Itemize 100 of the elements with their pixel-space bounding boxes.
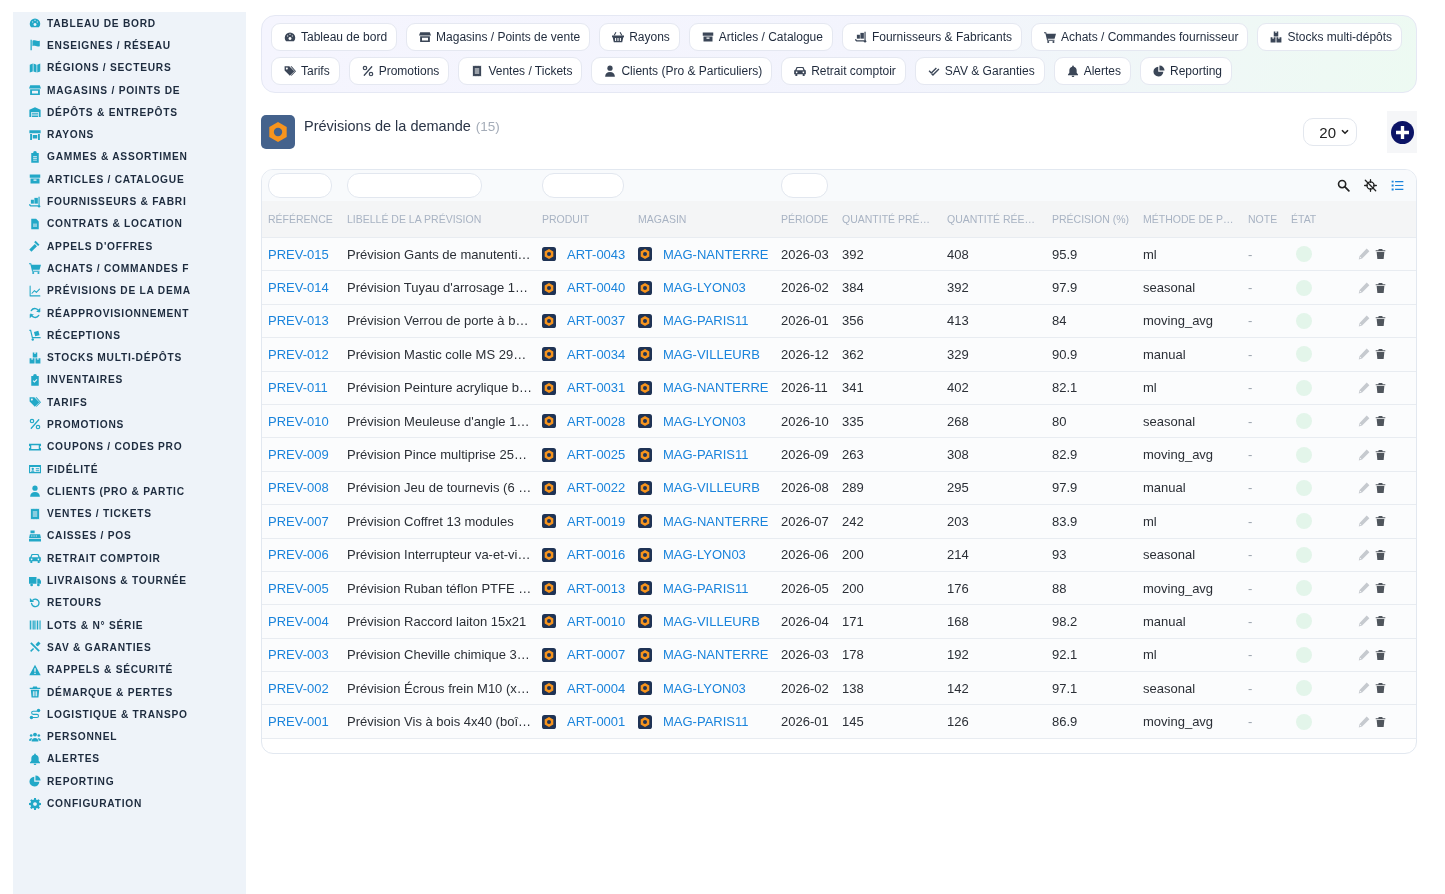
product-link[interactable]: ART-0019 xyxy=(567,513,626,529)
store-link[interactable]: MAG-PARIS11 xyxy=(663,714,749,730)
store-link[interactable]: MAG-NANTERRE xyxy=(663,513,769,529)
store-link[interactable]: MAG-NANTERRE xyxy=(663,647,769,663)
sidebar-item[interactable]: RÉCEPTIONS xyxy=(13,324,246,347)
store-link[interactable]: MAG-VILLEURB xyxy=(663,614,760,629)
store-link[interactable]: MAG-PARIS11 xyxy=(663,313,749,329)
nav-tab[interactable]: Articles / Catalogue xyxy=(688,23,833,51)
trash-icon[interactable] xyxy=(1375,248,1386,261)
trash-icon[interactable] xyxy=(1375,348,1386,361)
product-link[interactable]: ART-0040 xyxy=(567,280,626,296)
sidebar-item[interactable]: CONTRATS & LOCATION xyxy=(13,212,246,235)
sidebar-item[interactable]: ACHATS / COMMANDES F xyxy=(13,257,246,280)
sidebar-item[interactable]: PRÉVISIONS DE LA DEMA xyxy=(13,279,246,302)
nav-tab[interactable]: Reporting xyxy=(1140,57,1233,85)
trash-icon[interactable] xyxy=(1375,682,1386,695)
trash-icon[interactable] xyxy=(1375,548,1386,561)
trash-icon[interactable] xyxy=(1375,381,1386,394)
sidebar-item[interactable]: DÉMARQUE & PERTES xyxy=(13,680,246,704)
reference-link[interactable]: PREV-002 xyxy=(268,680,329,696)
list-icon[interactable] xyxy=(1391,179,1404,192)
sidebar-item[interactable]: APPELS D'OFFRES xyxy=(13,234,246,258)
nav-tab[interactable]: Clients (Pro & Particuliers) xyxy=(591,57,773,85)
sidebar-item[interactable]: INVENTAIRES xyxy=(13,368,246,392)
store-link[interactable]: MAG-PARIS11 xyxy=(663,447,749,463)
reference-link[interactable]: PREV-012 xyxy=(268,346,329,362)
sidebar-item[interactable]: CONFIGURATION xyxy=(13,792,246,815)
sidebar-item[interactable]: ARTICLES / CATALOGUE xyxy=(13,168,246,191)
sidebar-item[interactable]: REPORTING xyxy=(13,770,246,793)
trash-icon[interactable] xyxy=(1375,281,1386,294)
trash-icon[interactable] xyxy=(1375,448,1386,461)
nav-tab[interactable]: Tableau de bord xyxy=(271,23,398,51)
trash-icon[interactable] xyxy=(1375,515,1386,528)
product-link[interactable]: ART-0016 xyxy=(567,547,626,563)
sidebar-item[interactable]: DÉPÔTS & ENTREPÔTS xyxy=(13,101,246,124)
reference-link[interactable]: PREV-014 xyxy=(268,280,329,296)
sidebar-item[interactable]: TARIFS xyxy=(13,391,246,414)
product-link[interactable]: ART-0043 xyxy=(567,246,626,262)
sidebar-item[interactable]: RAPPELS & SÉCURITÉ xyxy=(13,658,246,681)
product-link[interactable]: ART-0013 xyxy=(567,580,626,596)
reference-link[interactable]: PREV-009 xyxy=(268,447,329,463)
product-link[interactable]: ART-0025 xyxy=(567,447,626,463)
product-link[interactable]: ART-0034 xyxy=(567,346,626,362)
product-link[interactable]: ART-0004 xyxy=(567,680,626,696)
crossed-target-icon[interactable] xyxy=(1364,179,1377,192)
filter-field[interactable] xyxy=(781,173,828,198)
trash-icon[interactable] xyxy=(1375,481,1386,494)
sidebar-item[interactable]: GAMMES & ASSORTIMEN xyxy=(13,145,246,169)
trash-icon[interactable] xyxy=(1375,648,1386,661)
sidebar-item[interactable]: ENSEIGNES / RÉSEAU xyxy=(13,34,246,57)
sidebar-item[interactable]: RÉGIONS / SECTEURS xyxy=(13,56,246,79)
reference-link[interactable]: PREV-001 xyxy=(268,714,329,730)
reference-link[interactable]: PREV-010 xyxy=(268,413,329,429)
store-link[interactable]: MAG-LYON03 xyxy=(663,413,746,429)
sidebar-item[interactable]: RETOURS xyxy=(13,591,246,614)
store-link[interactable]: MAG-NANTERRE xyxy=(663,246,769,262)
store-link[interactable]: MAG-LYON03 xyxy=(663,680,746,696)
reference-link[interactable]: PREV-006 xyxy=(268,547,329,563)
sidebar-item[interactable]: LIVRAISONS & TOURNÉE xyxy=(13,569,246,592)
sidebar-item[interactable]: RETRAIT COMPTOIR xyxy=(13,547,246,570)
product-link[interactable]: ART-0010 xyxy=(567,614,626,629)
nav-tab[interactable]: Achats / Commandes fournisseur xyxy=(1031,23,1249,51)
nav-tab[interactable]: Magasins / Points de vente xyxy=(406,23,591,51)
reference-link[interactable]: PREV-008 xyxy=(268,480,329,496)
store-link[interactable]: MAG-NANTERRE xyxy=(663,380,769,396)
store-link[interactable]: MAG-VILLEURB xyxy=(663,346,760,362)
sidebar-item[interactable]: ALERTES xyxy=(13,747,246,771)
store-link[interactable]: MAG-PARIS11 xyxy=(663,580,749,596)
search-icon[interactable] xyxy=(1337,179,1350,192)
reference-link[interactable]: PREV-011 xyxy=(268,380,328,396)
sidebar-item[interactable]: VENTES / TICKETS xyxy=(13,502,246,525)
trash-icon[interactable] xyxy=(1375,415,1386,428)
sidebar-item[interactable]: PERSONNEL xyxy=(13,725,246,748)
reference-link[interactable]: PREV-003 xyxy=(268,647,329,663)
product-link[interactable]: ART-0031 xyxy=(567,380,626,396)
nav-tab[interactable]: SAV & Garanties xyxy=(914,57,1045,85)
filter-field[interactable] xyxy=(347,173,482,198)
nav-tab[interactable]: Stocks multi-dépôts xyxy=(1257,23,1403,51)
filter-field[interactable] xyxy=(542,173,624,198)
product-link[interactable]: ART-0028 xyxy=(567,413,626,429)
sidebar-item[interactable]: SAV & GARANTIES xyxy=(13,636,246,659)
nav-tab[interactable]: Promotions xyxy=(348,57,450,85)
sidebar-item[interactable]: FOURNISSEURS & FABRI xyxy=(13,190,246,213)
sidebar-item[interactable]: LOTS & N° SÉRIE xyxy=(13,614,246,637)
sidebar-item[interactable]: MAGASINS / POINTS DE xyxy=(13,78,246,102)
trash-icon[interactable] xyxy=(1375,715,1386,728)
product-link[interactable]: ART-0007 xyxy=(567,647,626,663)
product-link[interactable]: ART-0001 xyxy=(567,714,626,730)
sidebar-item[interactable]: PROMOTIONS xyxy=(13,413,246,436)
reference-link[interactable]: PREV-004 xyxy=(268,614,329,629)
nav-tab[interactable]: Rayons xyxy=(599,23,680,51)
nav-tab[interactable]: Alertes xyxy=(1053,57,1131,85)
reference-link[interactable]: PREV-015 xyxy=(268,246,329,262)
sidebar-item[interactable]: RAYONS xyxy=(13,123,246,146)
nav-tab[interactable]: Ventes / Tickets xyxy=(458,57,583,85)
sidebar-item[interactable]: CAISSES / POS xyxy=(13,524,246,548)
store-link[interactable]: MAG-LYON03 xyxy=(663,547,746,563)
sidebar-item[interactable]: CLIENTS (PRO & PARTIC xyxy=(13,480,246,503)
nav-tab[interactable]: Fournisseurs & Fabricants xyxy=(841,23,1022,51)
nav-tab[interactable]: Tarifs xyxy=(271,57,340,85)
